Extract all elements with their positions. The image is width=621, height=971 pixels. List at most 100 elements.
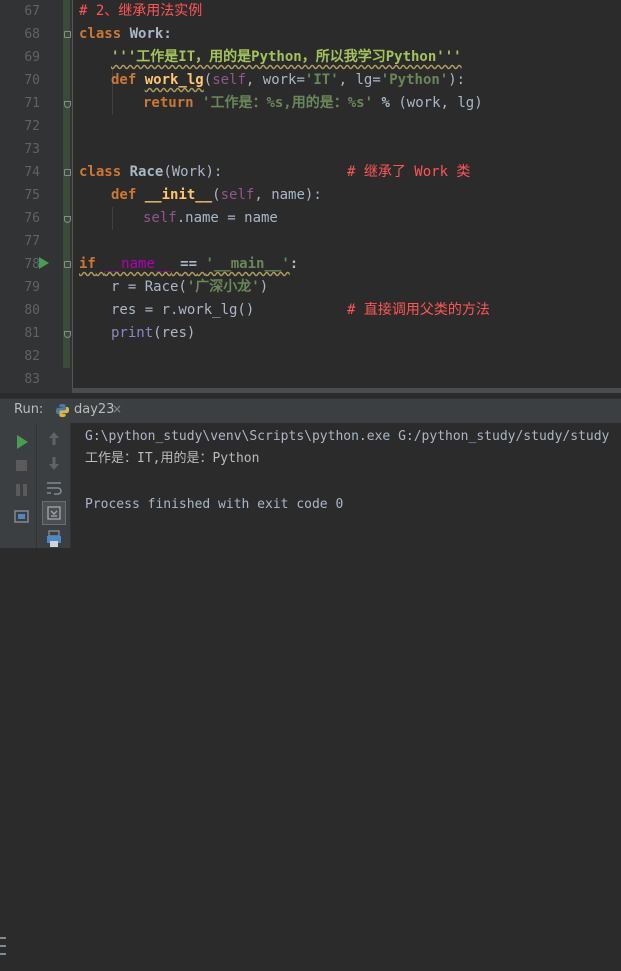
code-line-67[interactable]: # 2、继承用法实例 — [79, 0, 202, 23]
assignment: .name = name — [176, 210, 278, 226]
class-name: Race — [129, 164, 164, 180]
punct: , — [245, 72, 263, 88]
assignment: r = Race( — [111, 279, 187, 295]
run-toolbar-secondary — [37, 423, 71, 548]
base-class: (Work): — [163, 164, 223, 180]
run-console-output[interactable]: G:\python_study\venv\Scripts\python.exe … — [71, 423, 621, 548]
line-number: 77 — [24, 234, 40, 249]
code-line-80[interactable]: res = r.work_lg() — [111, 299, 254, 322]
code-line-75[interactable]: def __init__(self, name): — [111, 184, 322, 207]
punct: , — [440, 95, 458, 111]
code-line-78[interactable]: if __name__ == '__main__': — [79, 253, 298, 276]
run-tab-day23[interactable]: day23 — [74, 402, 114, 417]
run-toolbar-primary — [0, 423, 37, 955]
fold-marker-icon[interactable] — [64, 169, 71, 176]
fold-end-marker-icon[interactable] — [64, 101, 71, 108]
code-editor[interactable]: 67 68 69 70 71 72 73 74 75 76 77 78 79 8… — [0, 0, 621, 393]
keyword: return — [143, 95, 194, 111]
self-param: self — [212, 72, 246, 88]
line-number: 82 — [24, 349, 40, 364]
code-line-76[interactable]: self.name = name — [143, 207, 278, 230]
function-name: __init__ — [144, 187, 213, 203]
soft-wrap-icon[interactable] — [44, 478, 64, 498]
string: 'Python' — [380, 72, 449, 88]
up-arrow-icon[interactable] — [44, 429, 64, 449]
fold-marker-icon[interactable] — [64, 261, 71, 268]
assignment: res = r.work_lg() — [111, 302, 255, 318]
console-command-line: G:\python_study\venv\Scripts\python.exe … — [85, 429, 610, 444]
punct: : — [163, 26, 172, 42]
side-panel-icon[interactable] — [0, 933, 8, 971]
name: lg — [457, 95, 475, 111]
run-tool-window-header: Run: day23 × — [0, 398, 621, 423]
args: (res) — [153, 325, 196, 341]
docstring: '''工作是IT，用的是Python，所以我学习Python''' — [111, 49, 462, 65]
code-line-68[interactable]: class Work: — [79, 23, 172, 46]
down-arrow-icon[interactable] — [44, 453, 64, 473]
function-name: work_lg — [144, 72, 204, 88]
close-icon[interactable]: × — [112, 402, 122, 416]
print-icon[interactable] — [44, 529, 64, 549]
fold-end-marker-icon[interactable] — [64, 331, 71, 338]
run-play-icon[interactable] — [39, 257, 49, 269]
restore-layout-icon[interactable] — [12, 507, 32, 527]
string: 'IT' — [304, 72, 339, 88]
python-icon — [55, 403, 70, 418]
punct: = — [296, 72, 305, 88]
line-number: 83 — [24, 372, 40, 387]
fold-end-marker-icon[interactable] — [64, 216, 71, 223]
rerun-play-icon[interactable] — [12, 432, 32, 452]
dunder-name: __name__ — [104, 256, 172, 272]
code-line-71[interactable]: return '工作是：%s,用的是：%s' % (work, lg) — [143, 92, 483, 115]
line-number: 79 — [24, 280, 40, 295]
line-number: 78 — [24, 257, 40, 272]
name: work — [406, 95, 441, 111]
punct: ) — [474, 95, 483, 111]
line-number: 69 — [24, 50, 40, 65]
punct: ): — [448, 72, 466, 88]
stop-icon[interactable] — [12, 456, 32, 476]
horizontal-scrollbar[interactable] — [72, 388, 621, 393]
scroll-to-end-button[interactable] — [42, 501, 66, 525]
string: '工作是：%s,用的是：%s' — [202, 95, 374, 111]
line-number: 75 — [24, 188, 40, 203]
code-line-79[interactable]: r = Race('广深小龙') — [111, 276, 268, 299]
code-line-81[interactable]: print(res) — [111, 322, 195, 345]
punct: ( — [398, 95, 407, 111]
string: '__main__' — [205, 256, 290, 272]
self-param: self — [220, 187, 255, 203]
code-line-74[interactable]: class Race(Work): — [79, 161, 222, 184]
line-number: 67 — [24, 4, 40, 19]
vcs-change-marker[interactable] — [63, 0, 70, 368]
code-line-69[interactable]: '''工作是IT，用的是Python，所以我学习Python''' — [111, 46, 462, 69]
line-number: 80 — [24, 303, 40, 318]
keyword: class — [79, 164, 122, 180]
class-name: Work — [129, 26, 164, 42]
line-number: 81 — [24, 326, 40, 341]
punct: , — [338, 72, 356, 88]
punct: , — [254, 187, 272, 203]
keyword: def — [111, 187, 137, 203]
scroll-to-end-icon — [47, 506, 61, 520]
param: lg — [355, 72, 373, 88]
code-line-70[interactable]: def work_lg(self, work='IT', lg='Python'… — [111, 69, 465, 92]
punct: : — [289, 256, 299, 272]
keyword: def — [111, 72, 137, 88]
keyword: class — [79, 26, 122, 42]
scrollbar-thumb[interactable] — [72, 388, 621, 393]
punct: ) — [259, 279, 269, 295]
line-number: 68 — [24, 27, 40, 42]
operator: % — [381, 95, 390, 111]
param: work — [262, 72, 297, 88]
builtin: print — [111, 325, 154, 341]
comment: # 2、继承用法实例 — [79, 3, 203, 19]
line-number: 71 — [24, 96, 40, 111]
line-number: 76 — [24, 211, 40, 226]
fold-marker-icon[interactable] — [64, 31, 71, 38]
pause-icon[interactable] — [12, 480, 32, 500]
line-number: 74 — [24, 165, 40, 180]
comment: # 直接调用父类的方法 — [347, 302, 490, 318]
self-ref: self — [143, 210, 177, 226]
line-number-gutter[interactable]: 67 68 69 70 71 72 73 74 75 76 77 78 79 8… — [0, 0, 73, 393]
run-label: Run: — [14, 402, 44, 417]
